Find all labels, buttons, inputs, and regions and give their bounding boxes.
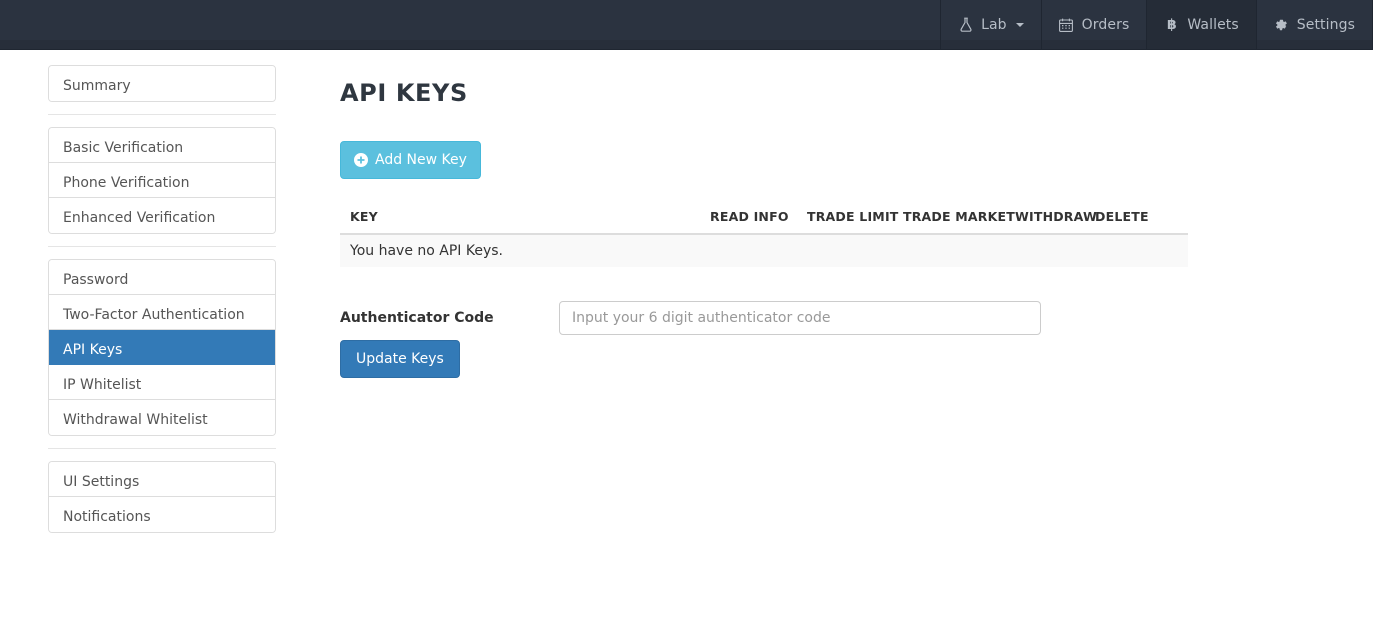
sidebar-item-two-factor-authentication[interactable]: Two-Factor Authentication: [49, 295, 275, 330]
nav-item-settings[interactable]: Settings: [1255, 0, 1373, 49]
authenticator-code-input[interactable]: [559, 301, 1041, 336]
table-header-withdraw: WITHDRAW: [1015, 201, 1097, 236]
update-keys-button[interactable]: Update Keys: [340, 340, 460, 379]
navbar-items: Lab Orders ฿ Wallets Settings: [940, 0, 1373, 49]
table-header-read-info: READ INFO: [710, 201, 807, 236]
settings-sidebar: Summary Basic Verification Phone Verific…: [48, 65, 276, 533]
sidebar-item-password[interactable]: Password: [49, 260, 275, 295]
table-row: You have no API Keys.: [340, 233, 1188, 268]
nav-item-orders[interactable]: Orders: [1040, 0, 1147, 49]
authenticator-code-label: Authenticator Code: [340, 310, 494, 327]
calendar-icon: [1059, 17, 1074, 32]
table-header-delete: DELETE: [1095, 201, 1188, 236]
sidebar-group-security: Password Two-Factor Authentication API K…: [48, 259, 276, 436]
sidebar-item-ip-whitelist[interactable]: IP Whitelist: [49, 365, 275, 400]
empty-state-message: You have no API Keys.: [340, 233, 1188, 268]
sidebar-divider-2: [48, 246, 276, 247]
sidebar-item-notifications[interactable]: Notifications: [49, 497, 275, 532]
sidebar-item-withdrawal-whitelist[interactable]: Withdrawal Whitelist: [49, 400, 275, 435]
api-keys-table-body: You have no API Keys.: [340, 233, 1188, 268]
top-navbar: Lab Orders ฿ Wallets Settings: [0, 0, 1373, 50]
page-title: API KEYS: [340, 79, 468, 107]
nav-item-wallets-label: Wallets: [1187, 16, 1239, 33]
add-new-key-label: Add New Key: [375, 152, 467, 168]
sidebar-group-summary: Summary: [48, 65, 276, 102]
api-keys-table: KEY READ INFO TRADE LIMIT TRADE MARKET W…: [340, 201, 1188, 268]
page-body: Summary Basic Verification Phone Verific…: [0, 50, 1373, 533]
flask-icon: [958, 17, 973, 32]
sidebar-item-ui-settings[interactable]: UI Settings: [49, 462, 275, 497]
sidebar-divider-1: [48, 114, 276, 115]
add-new-key-button[interactable]: Add New Key: [340, 141, 481, 180]
sidebar-divider-3: [48, 448, 276, 449]
nav-item-orders-label: Orders: [1081, 16, 1130, 33]
submit-row: Update Keys: [340, 340, 1373, 379]
chevron-down-icon: [1015, 22, 1024, 27]
sidebar-item-summary[interactable]: Summary: [49, 66, 275, 101]
api-keys-table-head: KEY READ INFO TRADE LIMIT TRADE MARKET W…: [340, 201, 1188, 236]
main-content: API KEYS Add New Key KEY READ INFO TRADE…: [340, 65, 1373, 533]
sidebar-item-basic-verification[interactable]: Basic Verification: [49, 128, 275, 163]
nav-item-settings-label: Settings: [1296, 16, 1355, 33]
sidebar-item-enhanced-verification[interactable]: Enhanced Verification: [49, 198, 275, 233]
nav-item-lab-label: Lab: [981, 16, 1007, 33]
authenticator-code-row: Authenticator Code: [340, 301, 1373, 336]
sidebar-group-verification: Basic Verification Phone Verification En…: [48, 127, 276, 234]
bitcoin-icon: ฿: [1166, 16, 1177, 33]
nav-item-wallets[interactable]: ฿ Wallets: [1146, 0, 1256, 49]
table-header-row: KEY READ INFO TRADE LIMIT TRADE MARKET W…: [340, 201, 1188, 236]
table-header-trade-market: TRADE MARKET: [903, 201, 1015, 236]
sidebar-group-preferences: UI Settings Notifications: [48, 461, 276, 533]
gear-icon: [1274, 17, 1289, 32]
plus-circle-icon: [354, 153, 368, 167]
sidebar-item-phone-verification[interactable]: Phone Verification: [49, 163, 275, 198]
table-header-trade-limit: TRADE LIMIT: [807, 201, 903, 236]
sidebar-item-api-keys[interactable]: API Keys: [49, 330, 275, 365]
nav-item-lab[interactable]: Lab: [940, 0, 1041, 49]
table-header-key: KEY: [340, 201, 710, 236]
